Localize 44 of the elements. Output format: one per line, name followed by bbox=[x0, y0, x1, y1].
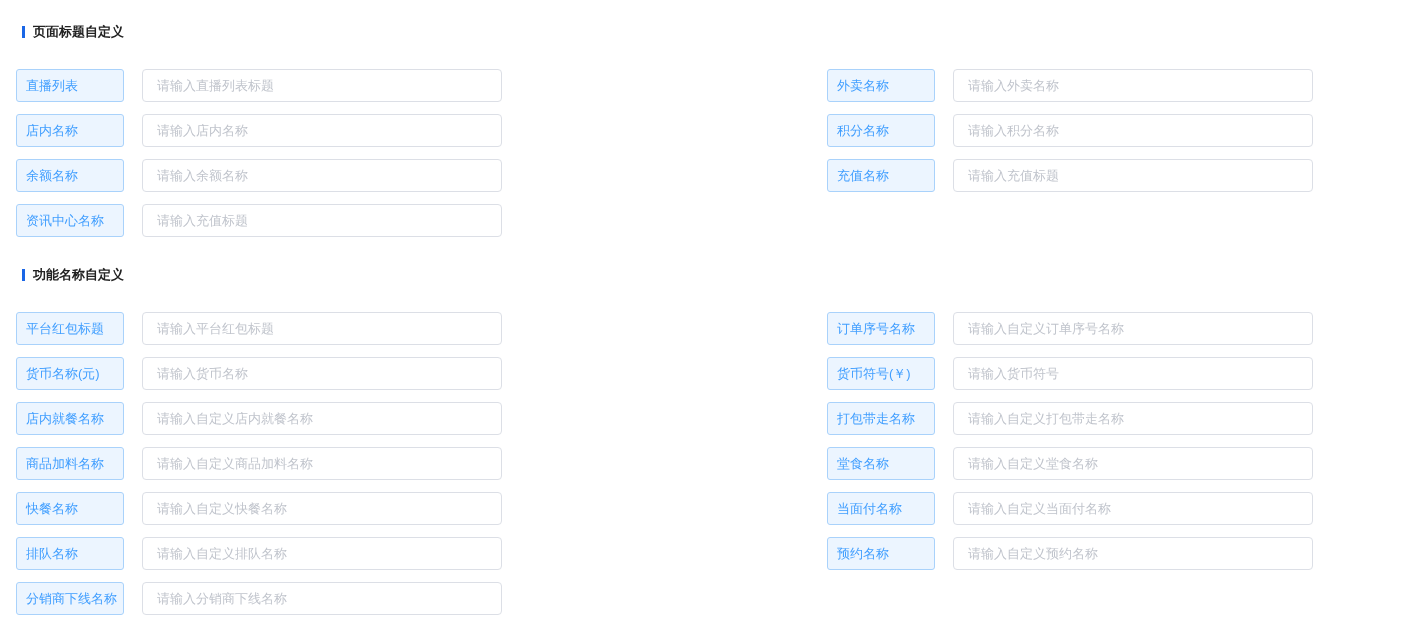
field-label: 打包带走名称 bbox=[827, 402, 935, 435]
field-label: 排队名称 bbox=[16, 537, 124, 570]
field-label: 店内就餐名称 bbox=[16, 402, 124, 435]
section-title: 页面标题自定义 bbox=[33, 23, 124, 41]
field-label: 快餐名称 bbox=[16, 492, 124, 525]
text-input[interactable]: 请输入充值标题 bbox=[953, 159, 1313, 192]
field-label: 堂食名称 bbox=[827, 447, 935, 480]
text-input[interactable]: 请输入自定义打包带走名称 bbox=[953, 402, 1313, 435]
text-input[interactable]: 请输入余额名称 bbox=[142, 159, 502, 192]
text-input[interactable]: 请输入积分名称 bbox=[953, 114, 1313, 147]
text-input[interactable]: 请输入外卖名称 bbox=[953, 69, 1313, 102]
field-label: 当面付名称 bbox=[827, 492, 935, 525]
accent-bar bbox=[22, 269, 25, 281]
text-input[interactable]: 请输入店内名称 bbox=[142, 114, 502, 147]
text-input[interactable]: 请输入充值标题 bbox=[142, 204, 502, 237]
text-input[interactable]: 请输入直播列表标题 bbox=[142, 69, 502, 102]
text-input[interactable]: 请输入自定义堂食名称 bbox=[953, 447, 1313, 480]
text-input[interactable]: 请输入自定义快餐名称 bbox=[142, 492, 502, 525]
text-input[interactable]: 请输入分销商下线名称 bbox=[142, 582, 502, 615]
field-label: 充值名称 bbox=[827, 159, 935, 192]
text-input[interactable]: 请输入自定义排队名称 bbox=[142, 537, 502, 570]
field-label: 货币名称(元) bbox=[16, 357, 124, 390]
text-input[interactable]: 请输入自定义预约名称 bbox=[953, 537, 1313, 570]
text-input[interactable]: 请输入货币符号 bbox=[953, 357, 1313, 390]
field-label: 店内名称 bbox=[16, 114, 124, 147]
field-label: 平台红包标题 bbox=[16, 312, 124, 345]
text-input[interactable]: 请输入货币名称 bbox=[142, 357, 502, 390]
text-input[interactable]: 请输入自定义商品加料名称 bbox=[142, 447, 502, 480]
text-input[interactable]: 请输入自定义店内就餐名称 bbox=[142, 402, 502, 435]
accent-bar bbox=[22, 26, 25, 38]
field-label: 分销商下线名称 bbox=[16, 582, 124, 615]
field-label: 余额名称 bbox=[16, 159, 124, 192]
field-label: 资讯中心名称 bbox=[16, 204, 124, 237]
field-label: 积分名称 bbox=[827, 114, 935, 147]
field-label: 直播列表 bbox=[16, 69, 124, 102]
field-label: 商品加料名称 bbox=[16, 447, 124, 480]
text-input[interactable]: 请输入平台红包标题 bbox=[142, 312, 502, 345]
field-label: 订单序号名称 bbox=[827, 312, 935, 345]
text-input[interactable]: 请输入自定义订单序号名称 bbox=[953, 312, 1313, 345]
section-title: 功能名称自定义 bbox=[33, 266, 124, 284]
field-label: 预约名称 bbox=[827, 537, 935, 570]
field-label: 货币符号(￥) bbox=[827, 357, 935, 390]
text-input[interactable]: 请输入自定义当面付名称 bbox=[953, 492, 1313, 525]
field-label: 外卖名称 bbox=[827, 69, 935, 102]
